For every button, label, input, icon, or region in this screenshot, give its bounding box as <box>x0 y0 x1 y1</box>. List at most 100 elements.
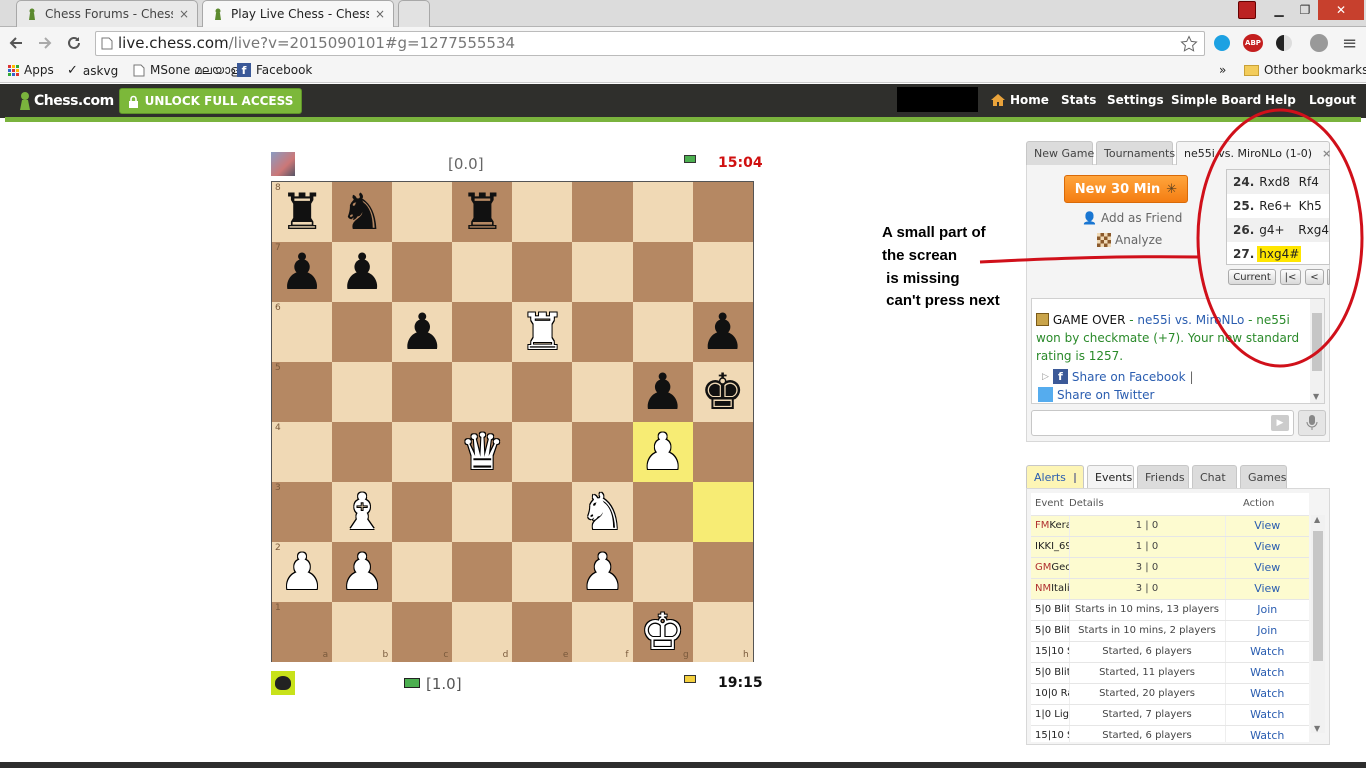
square-g1[interactable]: g ♚ <box>632 602 693 662</box>
unlock-full-access-button[interactable]: UNLOCK FULL ACCESS <box>119 88 302 114</box>
black-pawn-piece[interactable]: ♟ <box>280 247 325 297</box>
tab-friends[interactable]: Friends <box>1137 465 1189 489</box>
chess-board[interactable]: 8 ♜ ♞ ♜ 7 ♟ ♟ 6 ♟ ♜ ♟ 5 ♟ ♚ 4 ♛ ♟ 3 ♝ ♞ 2 ♟ ♟ ♟ 1 a b c d e f g ♚ h <box>271 181 754 662</box>
tab-alerts[interactable]: Alerts <box>1026 465 1084 489</box>
square-d8[interactable]: ♜ <box>452 182 513 242</box>
chat-input[interactable]: ▶ <box>1031 410 1294 436</box>
square-c1[interactable]: c <box>392 602 453 662</box>
square-b8[interactable]: ♞ <box>332 182 393 242</box>
nav-logout[interactable]: Logout <box>1309 93 1356 107</box>
add-as-friend-link[interactable]: 👤 Add as Friend <box>1082 211 1182 225</box>
event-row[interactable]: GMGeo3 | 0View <box>1031 557 1309 579</box>
white-pawn-piece[interactable]: ♟ <box>340 547 385 597</box>
square-c4[interactable] <box>392 422 453 482</box>
event-action-link[interactable]: Watch <box>1225 662 1309 684</box>
square-c7[interactable] <box>392 242 453 302</box>
forward-icon[interactable] <box>37 35 53 51</box>
white-queen-piece[interactable]: ♛ <box>460 427 505 477</box>
white-bishop-piece[interactable]: ♝ <box>340 487 385 537</box>
square-f6[interactable] <box>572 302 633 362</box>
event-action-link[interactable]: View <box>1225 515 1309 537</box>
bookmark-msone[interactable]: MSone മലയാളം <box>133 63 244 78</box>
square-a4[interactable]: 4 <box>272 422 333 482</box>
event-row[interactable]: 5|0 Blit Starts in 10 mins, 13 players Joi… <box>1031 599 1309 621</box>
square-e6[interactable]: ♜ <box>512 302 573 362</box>
event-action-link[interactable]: Watch <box>1225 704 1309 726</box>
square-g5[interactable]: ♟ <box>632 362 693 422</box>
bookmark-apps[interactable]: Apps <box>8 63 54 77</box>
player-avatar[interactable] <box>271 671 295 695</box>
analyze-link[interactable]: Analyze <box>1097 233 1162 247</box>
square-c3[interactable] <box>392 482 453 542</box>
white-king-piece[interactable]: ♚ <box>640 607 685 657</box>
square-b3[interactable]: ♝ <box>332 482 393 542</box>
square-b7[interactable]: ♟ <box>332 242 393 302</box>
square-b5[interactable] <box>332 362 393 422</box>
square-d5[interactable] <box>452 362 513 422</box>
square-d4[interactable]: ♛ <box>452 422 513 482</box>
event-row[interactable]: NMItali 3 | 0 View <box>1031 578 1309 600</box>
square-h6[interactable]: ♟ <box>692 302 753 362</box>
current-move-button[interactable]: Current <box>1228 269 1276 285</box>
close-tab-icon[interactable]: × <box>375 7 385 21</box>
white-rook-piece[interactable]: ♜ <box>520 307 565 357</box>
gear-extension-icon[interactable] <box>1310 34 1328 52</box>
square-c2[interactable] <box>392 542 453 602</box>
square-c5[interactable] <box>392 362 453 422</box>
square-f4[interactable] <box>572 422 633 482</box>
chess-logo[interactable]: Chess.com <box>18 91 114 111</box>
square-a8[interactable]: 8 ♜ <box>272 182 333 242</box>
square-g2[interactable] <box>632 542 693 602</box>
white-pawn-piece[interactable]: ♟ <box>640 427 685 477</box>
black-pawn-piece[interactable]: ♟ <box>700 307 745 357</box>
nav-stats[interactable]: Stats <box>1061 93 1096 107</box>
square-e5[interactable] <box>512 362 573 422</box>
square-b2[interactable]: ♟ <box>332 542 393 602</box>
square-d3[interactable] <box>452 482 513 542</box>
contrast-extension-icon[interactable] <box>1276 35 1292 51</box>
square-h2[interactable] <box>692 542 753 602</box>
square-g3[interactable] <box>632 482 693 542</box>
square-h5[interactable]: ♚ <box>692 362 753 422</box>
close-window-button[interactable]: ✕ <box>1318 0 1364 20</box>
close-game-tab-icon[interactable]: × <box>1322 147 1331 160</box>
white-move[interactable]: Rxd8 <box>1257 174 1294 190</box>
square-f1[interactable]: f <box>572 602 633 662</box>
event-row[interactable]: 1|0 Ligi Started, 7 players Watch <box>1031 704 1309 726</box>
square-e7[interactable] <box>512 242 573 302</box>
players-link[interactable]: ne55i vs. MiroNLo <box>1137 313 1244 327</box>
white-pawn-piece[interactable]: ♟ <box>280 547 325 597</box>
nav-help[interactable]: Help <box>1265 93 1296 107</box>
black-pawn-piece[interactable]: ♟ <box>640 367 685 417</box>
previous-move-button[interactable]: < <box>1305 269 1324 285</box>
bookmark-askvg[interactable]: ✓ askvg <box>67 63 118 78</box>
event-row[interactable]: 15|10 SStarted, 6 playersWatch <box>1031 641 1309 663</box>
black-move[interactable]: Rxg4 <box>1298 223 1329 237</box>
square-e4[interactable] <box>512 422 573 482</box>
square-h1[interactable]: h <box>692 602 753 662</box>
event-action-link[interactable]: Join <box>1225 620 1309 642</box>
square-d6[interactable] <box>452 302 513 362</box>
nav-settings[interactable]: Settings <box>1107 93 1164 107</box>
event-row[interactable]: 15|10 SStarted, 6 playersWatch <box>1031 725 1309 742</box>
events-scrollbar[interactable]: ▲ ▼ <box>1311 515 1325 733</box>
back-icon[interactable] <box>8 35 24 51</box>
event-row[interactable]: IKKI_69 1 | 0 View <box>1031 536 1309 558</box>
white-move[interactable]: g4+ <box>1257 222 1294 238</box>
tab-tournaments[interactable]: Tournaments <box>1096 141 1175 165</box>
square-g6[interactable] <box>632 302 693 362</box>
square-h8[interactable] <box>692 182 753 242</box>
square-b4[interactable] <box>332 422 393 482</box>
square-h3[interactable] <box>692 482 753 542</box>
square-e3[interactable] <box>512 482 573 542</box>
square-g4[interactable]: ♟ <box>632 422 693 482</box>
square-a1[interactable]: 1a <box>272 602 333 662</box>
bookmark-facebook[interactable]: f Facebook <box>237 63 312 77</box>
event-action-link[interactable]: Watch <box>1225 725 1309 742</box>
square-c6[interactable]: ♟ <box>392 302 453 362</box>
profile-icon[interactable] <box>1238 1 1256 19</box>
black-king-piece[interactable]: ♚ <box>700 367 745 417</box>
black-rook-piece[interactable]: ♜ <box>280 187 325 237</box>
square-c8[interactable] <box>392 182 453 242</box>
white-pawn-piece[interactable]: ♟ <box>580 547 625 597</box>
